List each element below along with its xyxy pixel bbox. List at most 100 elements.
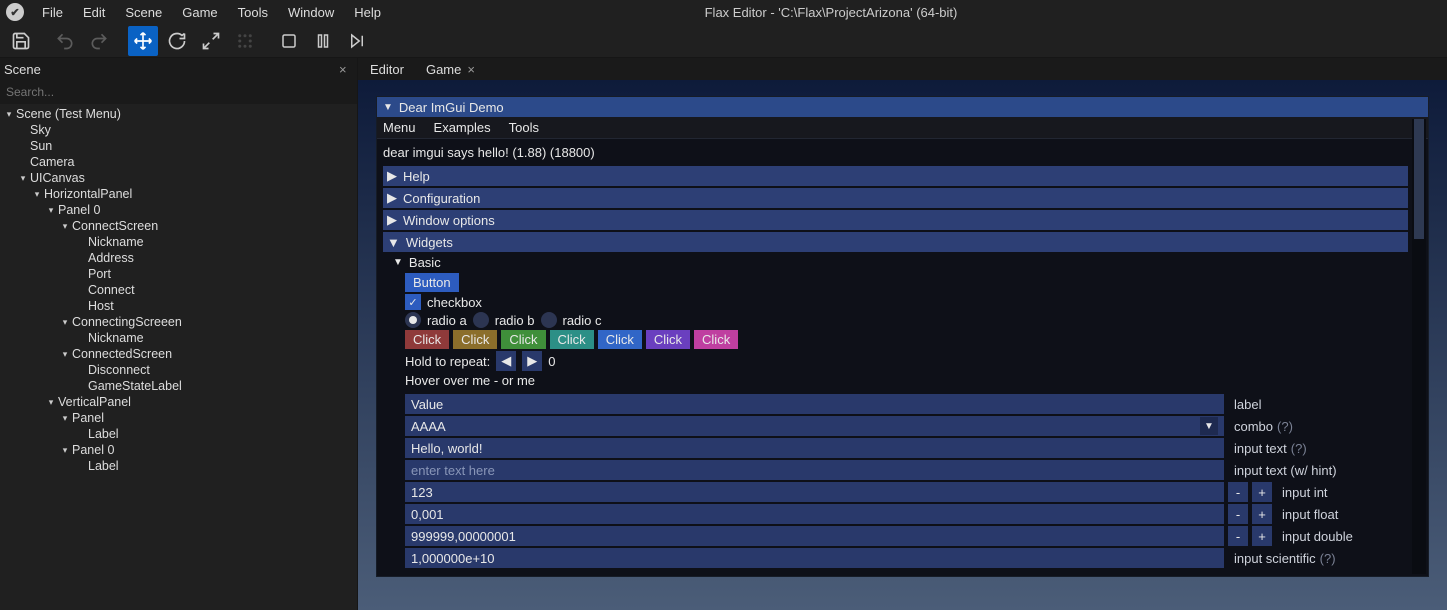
tree-connectscreen[interactable]: ▾ConnectScreen [0, 218, 357, 234]
scene-search-input[interactable] [0, 80, 357, 104]
input-text-field[interactable]: Hello, world! [405, 438, 1224, 458]
game-viewport[interactable]: ▼ Dear ImGui Demo Menu Examples Tools dea… [358, 80, 1447, 610]
radio-a[interactable] [405, 312, 421, 328]
header-help[interactable]: ▶Help [383, 166, 1408, 186]
tree-vpanel[interactable]: ▾VerticalPanel [0, 394, 357, 410]
rotate-tool-icon[interactable] [162, 26, 192, 56]
repeat-left-icon[interactable]: ◀ [496, 351, 516, 371]
click-4[interactable]: Click [550, 330, 594, 349]
tab-editor[interactable]: Editor [362, 58, 412, 80]
play-stop-icon[interactable] [274, 26, 304, 56]
tree-uicanvas[interactable]: ▾UICanvas [0, 170, 357, 186]
click-7[interactable]: Click [694, 330, 738, 349]
radio-b[interactable] [473, 312, 489, 328]
tree-nickname[interactable]: Nickname [0, 234, 357, 250]
viewport-tabbar: Editor Game× [358, 58, 1447, 80]
tree-sky[interactable]: Sky [0, 122, 357, 138]
repeat-right-icon[interactable]: ▶ [522, 351, 542, 371]
tree-host[interactable]: Host [0, 298, 357, 314]
pause-icon[interactable] [308, 26, 338, 56]
repeat-value: 0 [548, 354, 555, 369]
header-window-options[interactable]: ▶Window options [383, 210, 1408, 230]
tree-gamestatelabel[interactable]: GameStateLabel [0, 378, 357, 394]
tree-connectingscreen[interactable]: ▾ConnectingScreeen [0, 314, 357, 330]
float-plus[interactable]: + [1252, 504, 1272, 524]
imgui-titlebar[interactable]: ▼ Dear ImGui Demo [377, 97, 1428, 117]
int-minus[interactable]: - [1228, 482, 1248, 502]
translate-tool-icon[interactable] [128, 26, 158, 56]
input-int-field[interactable]: 123 [405, 482, 1224, 502]
demo-button[interactable]: Button [405, 273, 459, 292]
tree-port[interactable]: Port [0, 266, 357, 282]
scene-tab-close-icon[interactable]: × [339, 62, 353, 76]
tree-nickname2[interactable]: Nickname [0, 330, 357, 346]
tree-connectedscreen[interactable]: ▾ConnectedScreen [0, 346, 357, 362]
step-icon[interactable] [342, 26, 372, 56]
menu-window[interactable]: Window [278, 3, 344, 22]
click-3[interactable]: Click [501, 330, 545, 349]
tree-camera[interactable]: Camera [0, 154, 357, 170]
input-float-field[interactable]: 0,001 [405, 504, 1224, 524]
input-text-hint-field[interactable]: enter text here [405, 460, 1224, 480]
menu-game[interactable]: Game [172, 3, 227, 22]
demo-checkbox[interactable]: ✓ [405, 294, 421, 310]
scene-tab[interactable]: Scene [4, 62, 339, 77]
hold-repeat-label: Hold to repeat: [405, 354, 490, 369]
chevron-down-icon: ▼ [1200, 417, 1218, 435]
app-title: Flax Editor - 'C:\Flax\ProjectArizona' (… [391, 5, 1271, 20]
click-5[interactable]: Click [598, 330, 642, 349]
treenode-basic[interactable]: ▼Basic [383, 254, 1408, 271]
int-plus[interactable]: + [1252, 482, 1272, 502]
scale-tool-icon[interactable] [196, 26, 226, 56]
imgui-menu-menu[interactable]: Menu [383, 120, 416, 135]
tree-address[interactable]: Address [0, 250, 357, 266]
scrollbar-thumb[interactable] [1414, 119, 1424, 239]
tree-label[interactable]: Label [0, 426, 357, 442]
click-1[interactable]: Click [405, 330, 449, 349]
input-double-field[interactable]: 999999,00000001 [405, 526, 1224, 546]
input-sci-field[interactable]: 1,000000e+10 [405, 548, 1224, 568]
menu-tools[interactable]: Tools [228, 3, 278, 22]
combo-field[interactable]: AAAA▼ [405, 416, 1224, 436]
click-2[interactable]: Click [453, 330, 497, 349]
tree-disconnect[interactable]: Disconnect [0, 362, 357, 378]
imgui-menu-examples[interactable]: Examples [434, 120, 491, 135]
tree-panel[interactable]: ▾Panel [0, 410, 357, 426]
imgui-title: Dear ImGui Demo [399, 100, 504, 115]
imgui-menu-tools[interactable]: Tools [509, 120, 539, 135]
imgui-scrollbar[interactable] [1412, 119, 1426, 574]
scene-tree[interactable]: ▾Scene (Test Menu) Sky Sun Camera ▾UICan… [0, 104, 357, 610]
header-configuration[interactable]: ▶Configuration [383, 188, 1408, 208]
tree-root[interactable]: ▾Scene (Test Menu) [0, 106, 357, 122]
double-plus[interactable]: + [1252, 526, 1272, 546]
tree-hpanel[interactable]: ▾HorizontalPanel [0, 186, 357, 202]
collapse-icon[interactable]: ▼ [383, 102, 393, 113]
imgui-window[interactable]: ▼ Dear ImGui Demo Menu Examples Tools dea… [376, 96, 1429, 577]
snap-tool-icon[interactable] [230, 26, 260, 56]
menu-file[interactable]: File [32, 3, 73, 22]
app-logo-icon: ✔ [6, 3, 24, 21]
redo-icon[interactable] [84, 26, 114, 56]
tree-label2[interactable]: Label [0, 458, 357, 474]
menu-help[interactable]: Help [344, 3, 391, 22]
menu-edit[interactable]: Edit [73, 3, 115, 22]
tree-panel0b[interactable]: ▾Panel 0 [0, 442, 357, 458]
viewport-panel: Editor Game× ▼ Dear ImGui Demo Menu Examp… [358, 58, 1447, 610]
radio-c[interactable] [541, 312, 557, 328]
tree-connect[interactable]: Connect [0, 282, 357, 298]
double-minus[interactable]: - [1228, 526, 1248, 546]
tree-sun[interactable]: Sun [0, 138, 357, 154]
scene-panel: Scene × ▾Scene (Test Menu) Sky Sun Camer… [0, 58, 358, 610]
app-menubar: ✔ File Edit Scene Game Tools Window Help… [0, 0, 1447, 24]
undo-icon[interactable] [50, 26, 80, 56]
imgui-body: dear imgui says hello! (1.88) (18800) ▶H… [377, 139, 1428, 576]
header-widgets[interactable]: ▼Widgets [383, 232, 1408, 252]
click-6[interactable]: Click [646, 330, 690, 349]
label-right: label [1228, 397, 1408, 412]
menu-scene[interactable]: Scene [115, 3, 172, 22]
tree-panel0a[interactable]: ▾Panel 0 [0, 202, 357, 218]
float-minus[interactable]: - [1228, 504, 1248, 524]
save-icon[interactable] [6, 26, 36, 56]
tab-game-close-icon[interactable]: × [467, 62, 475, 77]
tab-game[interactable]: Game× [418, 58, 483, 80]
